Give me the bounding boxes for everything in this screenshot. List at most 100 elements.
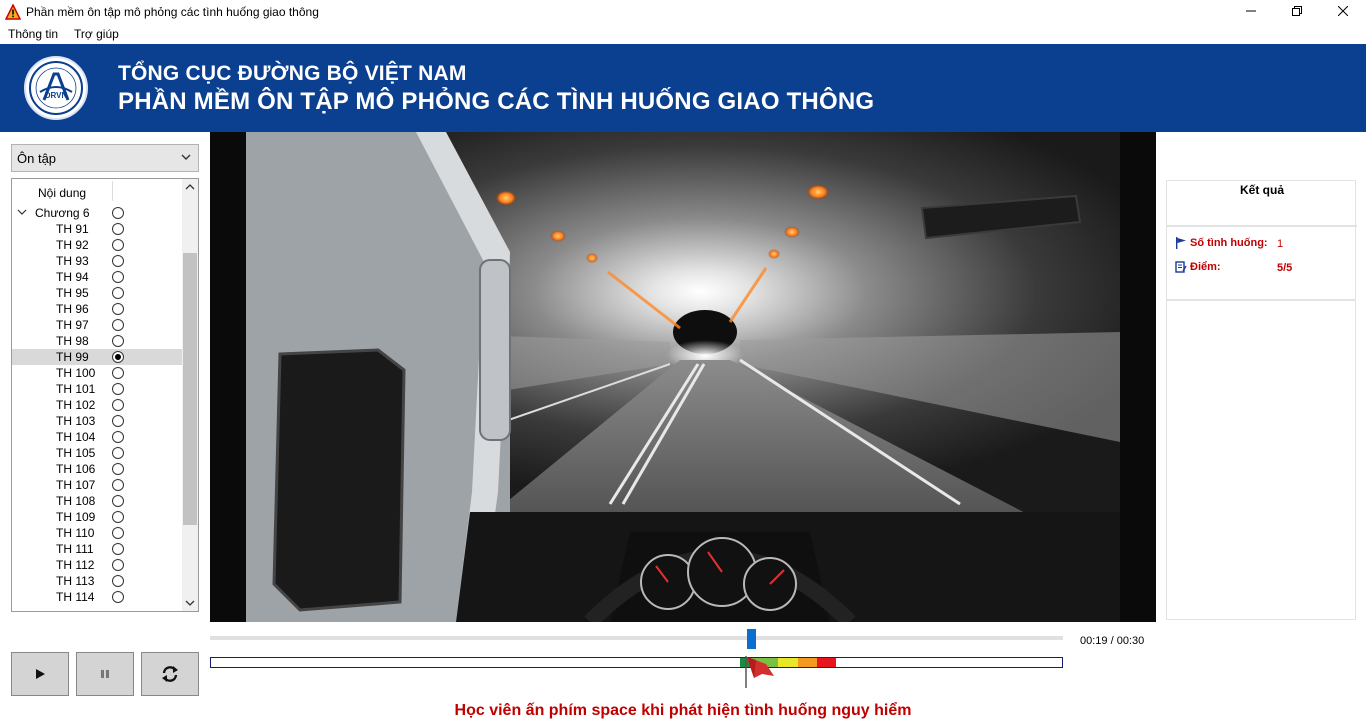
tree-item-radio[interactable] (112, 223, 124, 235)
tree-item-row[interactable]: TH 108 (12, 493, 182, 509)
tree-item-row[interactable]: TH 100 (12, 365, 182, 381)
left-pane: Ôn tập Nội dung Chương 6 TH 91 TH 92 TH 93… (0, 132, 210, 726)
tree-item-row[interactable]: TH 103 (12, 413, 182, 429)
header-banner: DRVN TỔNG CỤC ĐƯỜNG BỘ VIỆT NAM PHẦN MỀM… (0, 44, 1366, 132)
tree-item-row[interactable]: TH 99 (12, 349, 182, 365)
tree-item-radio[interactable] (112, 367, 124, 379)
tree-item-radio[interactable] (112, 303, 124, 315)
tree-item-radio[interactable] (112, 463, 124, 475)
org-name: TỔNG CỤC ĐƯỜNG BỘ VIỆT NAM (118, 62, 467, 85)
tree-item-label: TH 102 (56, 398, 96, 412)
tree-item-radio[interactable] (112, 271, 124, 283)
tree-item-row[interactable]: TH 106 (12, 461, 182, 477)
tree-item-radio[interactable] (112, 431, 124, 443)
tree-item-row[interactable]: TH 102 (12, 397, 182, 413)
timeline-segment-5 (817, 658, 836, 667)
time-readout: 00:19 / 00:30 (1080, 635, 1145, 647)
close-icon (1338, 6, 1348, 16)
replay-button[interactable] (141, 652, 199, 696)
tree-chapter-label: Chương 6 (35, 206, 90, 220)
timeline-segment-3 (778, 658, 798, 667)
mode-select-value: Ôn tập (17, 150, 57, 166)
scroll-up-icon[interactable] (182, 179, 198, 195)
tree-scrollbar[interactable] (182, 179, 198, 611)
tree-item-radio[interactable] (112, 447, 124, 459)
menu-item-help[interactable]: Trợ giúp (66, 27, 127, 41)
tree-item-radio[interactable] (112, 527, 124, 539)
tree-header-divider (112, 181, 113, 201)
tree-item-row[interactable]: TH 110 (12, 525, 182, 541)
tree-item-label: TH 110 (56, 526, 95, 540)
play-icon (36, 669, 45, 679)
tree-item-radio[interactable] (112, 591, 124, 603)
tree-item-row[interactable]: TH 104 (12, 429, 182, 445)
chapter-radio[interactable] (112, 207, 124, 219)
tree-item-row[interactable]: TH 101 (12, 381, 182, 397)
tree-item-radio[interactable] (112, 543, 124, 555)
progress-handle[interactable] (747, 629, 756, 649)
replay-icon (162, 666, 178, 682)
tree-item-radio[interactable] (112, 415, 124, 427)
tree-item-label: TH 106 (56, 462, 96, 476)
minimize-button[interactable] (1228, 0, 1274, 22)
score-label: Điểm: (1190, 261, 1221, 273)
mode-select[interactable]: Ôn tập (11, 144, 199, 172)
tree-item-row[interactable]: TH 95 (12, 285, 182, 301)
simulation-video[interactable] (210, 132, 1156, 622)
play-button[interactable] (11, 652, 69, 696)
tree-item-row[interactable]: TH 105 (12, 445, 182, 461)
tree-item-radio[interactable] (112, 479, 124, 491)
tree-item-radio[interactable] (112, 287, 124, 299)
tree-item-radio[interactable] (112, 495, 124, 507)
tree-item-row[interactable]: TH 93 (12, 253, 182, 269)
tree-item-row[interactable]: TH 94 (12, 269, 182, 285)
tree-item-label: TH 111 (56, 542, 94, 556)
tree-item-row[interactable]: TH 96 (12, 301, 182, 317)
tree-item-row[interactable]: TH 91 (12, 221, 182, 237)
tree-item-label: TH 103 (56, 414, 96, 428)
tree-item-radio[interactable] (112, 319, 124, 331)
tree-item-row[interactable]: TH 98 (12, 333, 182, 349)
tree-item-label: TH 107 (56, 478, 96, 492)
tree-item-row[interactable]: TH 111 (12, 541, 182, 557)
tree-item-radio[interactable] (112, 255, 124, 267)
tree-item-row[interactable]: TH 107 (12, 477, 182, 493)
tree-item-radio[interactable] (112, 399, 124, 411)
close-button[interactable] (1320, 0, 1366, 22)
tree-chapter-row[interactable]: Chương 6 (12, 205, 182, 221)
pause-button[interactable] (76, 652, 134, 696)
scenario-tree: Nội dung Chương 6 TH 91 TH 92 TH 93 TH 94 TH… (11, 178, 199, 612)
restore-button[interactable] (1274, 0, 1320, 22)
tree-header-content: Nội dung (38, 186, 87, 200)
tree-item-radio[interactable] (112, 511, 124, 523)
svg-text:DRVN: DRVN (45, 91, 68, 100)
progress-track[interactable] (210, 636, 1063, 640)
tree-item-label: TH 100 (56, 366, 96, 380)
tree-item-label: TH 112 (56, 558, 95, 572)
chevron-down-icon[interactable] (17, 205, 27, 222)
title-bar: Phần mềm ôn tập mô phỏng các tình huống … (0, 0, 1366, 24)
tree-item-row[interactable]: TH 109 (12, 509, 182, 525)
tree-item-row[interactable]: TH 114 (12, 589, 182, 605)
tree-item-row[interactable]: TH 97 (12, 317, 182, 333)
menu-item-info[interactable]: Thông tin (0, 27, 66, 41)
results-divider (1167, 299, 1355, 301)
tree-item-row[interactable]: TH 113 (12, 573, 182, 589)
tree-item-radio[interactable] (112, 351, 124, 363)
tree-item-label: TH 109 (56, 510, 96, 524)
tree-item-radio[interactable] (112, 383, 124, 395)
tree-item-radio[interactable] (112, 239, 124, 251)
scroll-down-icon[interactable] (182, 595, 198, 611)
tree-item-label: TH 101 (56, 382, 96, 396)
tree-item-label: TH 108 (56, 494, 96, 508)
tree-item-radio[interactable] (112, 335, 124, 347)
tree-header: Nội dung (12, 179, 182, 203)
restore-icon (1292, 6, 1302, 16)
instruction-label: Học viên ấn phím space khi phát hiện tìn… (454, 702, 912, 719)
score-stat: Điểm: (1175, 261, 1221, 273)
tree-item-row[interactable]: TH 92 (12, 237, 182, 253)
tree-item-radio[interactable] (112, 575, 124, 587)
tree-item-radio[interactable] (112, 559, 124, 571)
tree-item-row[interactable]: TH 112 (12, 557, 182, 573)
scrollbar-thumb[interactable] (183, 253, 197, 525)
